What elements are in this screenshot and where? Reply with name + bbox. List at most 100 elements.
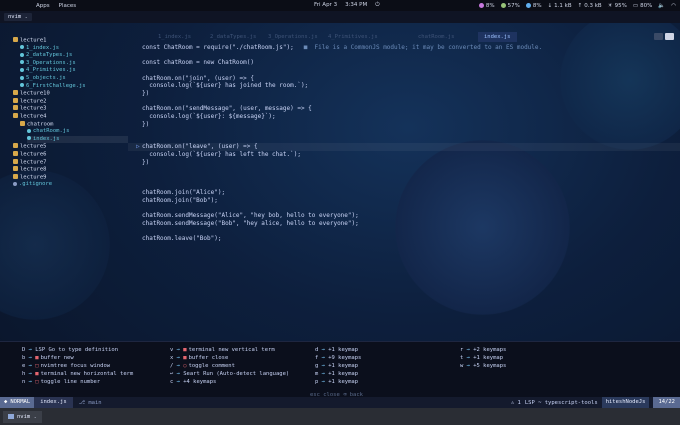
net-down-value: 1.1 kB	[554, 2, 572, 9]
code-line[interactable]: const chatRoom = new ChatRoom()	[142, 59, 254, 67]
tree-folder[interactable]: lecture1	[13, 37, 128, 44]
which-key-entry[interactable]: t → +1 keymap	[460, 355, 503, 362]
code-line[interactable]: chatRoom.sendMessage("Bob", "hey alice, …	[142, 220, 359, 228]
code-line[interactable]: })	[142, 121, 149, 129]
which-key-entry[interactable]: g → +1 keymap	[315, 363, 358, 370]
buffer-tab[interactable]: chatRoom.js	[418, 32, 454, 42]
code-line[interactable]: console.log(`${user}: ${message}`);	[142, 113, 275, 121]
which-key-action: +5 keymaps	[473, 363, 507, 369]
buffer-tab[interactable]: 3_Operations.js	[268, 32, 318, 42]
arrow-icon: →	[318, 347, 329, 353]
brightness-indicator[interactable]: ☀ 95%	[608, 3, 627, 9]
terminal-tab-bar: nvim .	[0, 11, 680, 23]
code-line[interactable]: chatRoom.leave("Bob");	[142, 235, 221, 243]
wifi-icon[interactable]: ◠	[671, 3, 676, 9]
tree-file[interactable]: index.js	[27, 135, 128, 143]
branch-icon: ⎇	[78, 399, 89, 406]
battery-icon: ▭	[632, 2, 639, 9]
which-key-entry[interactable]: e → □ nvimtree focus window	[22, 363, 110, 370]
which-key-entry[interactable]: / → ○ toggle comment	[170, 363, 235, 370]
tree-file[interactable]: 6_FirstChallege.js	[20, 83, 128, 90]
tree-folder[interactable]: lecture8	[13, 166, 128, 173]
buffer-tab[interactable]: 4_Primitives.js	[328, 32, 378, 42]
apps-menu[interactable]: Apps	[36, 3, 50, 9]
net-up-indicator[interactable]: ↑ 0.3 kB	[578, 3, 602, 9]
code-line[interactable]: console.log(`${user} has joined the room…	[142, 82, 308, 90]
vim-icon: ◆	[4, 399, 8, 405]
battery-indicator[interactable]: ▭ 80%	[633, 3, 652, 9]
tree-folder[interactable]: chatroom	[20, 120, 128, 128]
which-key-entry[interactable]: c → +4 keymaps	[170, 379, 216, 386]
which-key-entry[interactable]: p → +1 keymap	[315, 379, 358, 386]
code-line[interactable]: const ChatRoom = require("./chatRoom.js"…	[142, 44, 542, 52]
which-key-action: toggle line number	[40, 379, 101, 385]
which-key-action: terminal new vertical term	[188, 347, 275, 353]
which-key-entry[interactable]: ↩ → Seart Run (Auto-detect language)	[170, 371, 289, 378]
which-key-entry[interactable]: h → ■ terminal new horizontal term	[22, 371, 133, 378]
diagnostic-count-value: 1	[517, 399, 521, 406]
tree-file[interactable]: 3_Operations.js	[20, 60, 128, 67]
taskbar-item-terminal[interactable]: nvim .	[3, 410, 42, 423]
tree-folder[interactable]: lecture3	[13, 105, 128, 112]
code-line[interactable]: chatRoom.join("Bob");	[142, 197, 218, 205]
arrow-icon: →	[25, 371, 36, 377]
volume-icon[interactable]: 🔈	[658, 3, 665, 9]
brightness-value: 95%	[614, 2, 627, 9]
which-key-entry[interactable]: f → +9 keymaps	[315, 355, 361, 362]
toggle-theme-button[interactable]	[654, 33, 663, 40]
tree-folder[interactable]: lecture10	[13, 90, 128, 97]
buffer-tab[interactable]: 1_index.js	[158, 32, 191, 42]
close-buffer-button[interactable]	[665, 33, 674, 40]
cpu-indicator[interactable]: 8%	[478, 3, 495, 9]
arrow-icon: →	[463, 347, 474, 353]
which-key-entry[interactable]: x → ■ buffer close	[170, 355, 228, 362]
tree-item-label: 3_Operations.js	[26, 59, 76, 66]
file-icon	[27, 128, 31, 133]
tree-folder[interactable]: lecture5	[13, 143, 128, 150]
tree-folder[interactable]: lecture7	[13, 158, 128, 166]
buffer-tab-bar: 1_index.js 2_dataTypes.js 3_Operations.js 4…	[128, 32, 680, 42]
tree-file[interactable]: 5_objects.js	[20, 75, 128, 82]
buffer-tab[interactable]: index.js	[478, 32, 517, 42]
net-down-indicator[interactable]: ↓ 1.1 kB	[548, 3, 572, 9]
folder-icon	[13, 97, 18, 103]
tree-item-label: index.js	[33, 135, 60, 142]
which-key-action: terminal new horizontal term	[40, 371, 134, 377]
which-key-entry[interactable]: d → +1 keymap	[315, 347, 358, 354]
tree-folder[interactable]: lecture6	[13, 151, 128, 158]
file-icon	[20, 83, 24, 88]
which-key-entry[interactable]: D → LSP Go to type definition	[22, 347, 118, 354]
disk-indicator[interactable]: 8%	[525, 2, 542, 9]
arrow-icon: →	[25, 363, 36, 369]
which-key-action: +1 keymap	[328, 363, 359, 369]
tree-folder[interactable]: lecture4	[13, 113, 128, 120]
which-key-entry[interactable]: w → +5 keymaps	[460, 363, 506, 370]
which-key-entry[interactable]: v → ■ terminal new vertical term	[170, 347, 275, 354]
which-key-entry[interactable]: m → +1 keymap	[315, 371, 358, 378]
file-icon	[20, 45, 24, 50]
disk-value: 8%	[532, 2, 542, 9]
tree-file[interactable]: 4_Primitives.js	[20, 67, 128, 74]
branch-label: main	[88, 399, 102, 406]
memory-indicator[interactable]: 57%	[500, 3, 520, 9]
code-action-icon[interactable]: ▷	[136, 143, 140, 150]
tree-file[interactable]: chatRoom.js	[27, 128, 128, 135]
file-icon	[20, 60, 24, 65]
code-line[interactable]: })	[142, 90, 149, 98]
places-menu[interactable]: Places	[59, 3, 77, 9]
tree-folder[interactable]: lecture9	[13, 173, 128, 181]
code-line[interactable]: })	[142, 159, 149, 167]
tree-file[interactable]: .gitignore	[13, 181, 128, 188]
tree-file[interactable]: 2_dataTypes.js	[20, 52, 128, 59]
tree-file[interactable]: 1_index.js	[20, 45, 128, 52]
clock[interactable]: Fri Apr 3 3:34 PM ⏻	[314, 2, 380, 9]
buffer-tab[interactable]: 2_dataTypes.js	[210, 32, 256, 42]
which-key-entry[interactable]: b → ■ buffer new	[22, 355, 74, 362]
which-key-entry[interactable]: r → +2 keymaps	[460, 347, 506, 354]
code-line[interactable]: console.log(`${user} has left the chat.`…	[142, 151, 301, 159]
terminal-tab[interactable]: nvim .	[4, 13, 32, 21]
arrow-icon: →	[318, 363, 329, 369]
which-key-action: Seart Run (Auto-detect language)	[183, 371, 290, 377]
tree-folder[interactable]: lecture2	[13, 97, 128, 105]
which-key-entry[interactable]: n → □ toggle line number	[22, 379, 100, 386]
